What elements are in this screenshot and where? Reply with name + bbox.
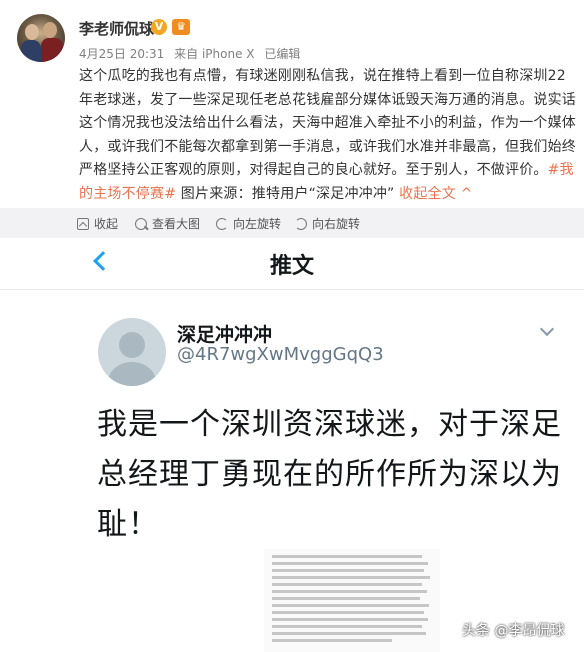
rotate-right-icon (295, 217, 307, 230)
weibo-post: 李老师侃球 V ♛ 4月25日 20:31 来自 iPhone X 已编辑 这个… (0, 0, 584, 208)
author-name[interactable]: 李老师侃球 (79, 18, 154, 39)
author-avatar[interactable] (17, 14, 65, 62)
rotate-left-button[interactable]: 向左旋转 (216, 215, 281, 232)
tweet-author-name: 深足冲冲冲 (177, 324, 273, 346)
rotate-left-icon (216, 217, 228, 230)
post-date[interactable]: 4月25日 20:31 (79, 47, 164, 61)
tweet-nav-bar: 推文 (0, 238, 584, 290)
tweet-nav-title: 推文 (269, 254, 314, 279)
image-toolbar: 收起 查看大图 向左旋转 向右旋转 (0, 208, 584, 238)
post-meta: 4月25日 20:31 来自 iPhone X 已编辑 (79, 45, 306, 62)
collapse-button[interactable]: 收起 (77, 215, 118, 232)
post-text: 这个瓜吃的我也有点懵，有球迷刚刚私信我，说在推特上看到一位自称深圳22年老球迷，… (79, 68, 576, 178)
post-source: 来自 iPhone X (174, 47, 255, 61)
verified-badge-icon: V (151, 19, 167, 35)
image-source-text: 图片来源：推特用户“深足冲冲冲” (176, 185, 400, 202)
tweet-attached-document-image (264, 549, 440, 652)
post-body: 这个瓜吃的我也有点懵，有球迷刚刚私信我，说在推特上看到一位自称深圳22年老球迷，… (79, 65, 576, 206)
watermark: 头条 @李昂侃球 (462, 623, 565, 639)
rotate-left-label: 向左旋转 (233, 217, 282, 231)
rotate-right-label: 向右旋转 (312, 217, 361, 231)
magnifier-icon (135, 217, 147, 230)
collapse-text-link[interactable]: 收起全文 ^ (399, 186, 472, 202)
tweet-text: 我是一个深圳资深球迷，对于深足总经理丁勇现在的所作所为深以为耻！ (97, 407, 562, 542)
collapse-icon (77, 217, 89, 230)
tweet-default-avatar (98, 318, 166, 386)
tweet-author-handle: @4R7wgXwMvggGqQ3 (177, 344, 384, 365)
member-crown-icon: ♛ (172, 19, 190, 35)
tweet-screenshot: 推文 深足冲冲冲 @4R7wgXwMvggGqQ3 我是一个深圳资深球迷，对于深… (0, 238, 584, 652)
post-edited[interactable]: 已编辑 (264, 47, 300, 61)
rotate-right-button[interactable]: 向右旋转 (295, 215, 360, 232)
collapse-label: 收起 (94, 217, 119, 231)
chevron-down-icon (539, 321, 555, 337)
view-large-label: 查看大图 (152, 217, 201, 231)
view-large-button[interactable]: 查看大图 (135, 215, 200, 232)
